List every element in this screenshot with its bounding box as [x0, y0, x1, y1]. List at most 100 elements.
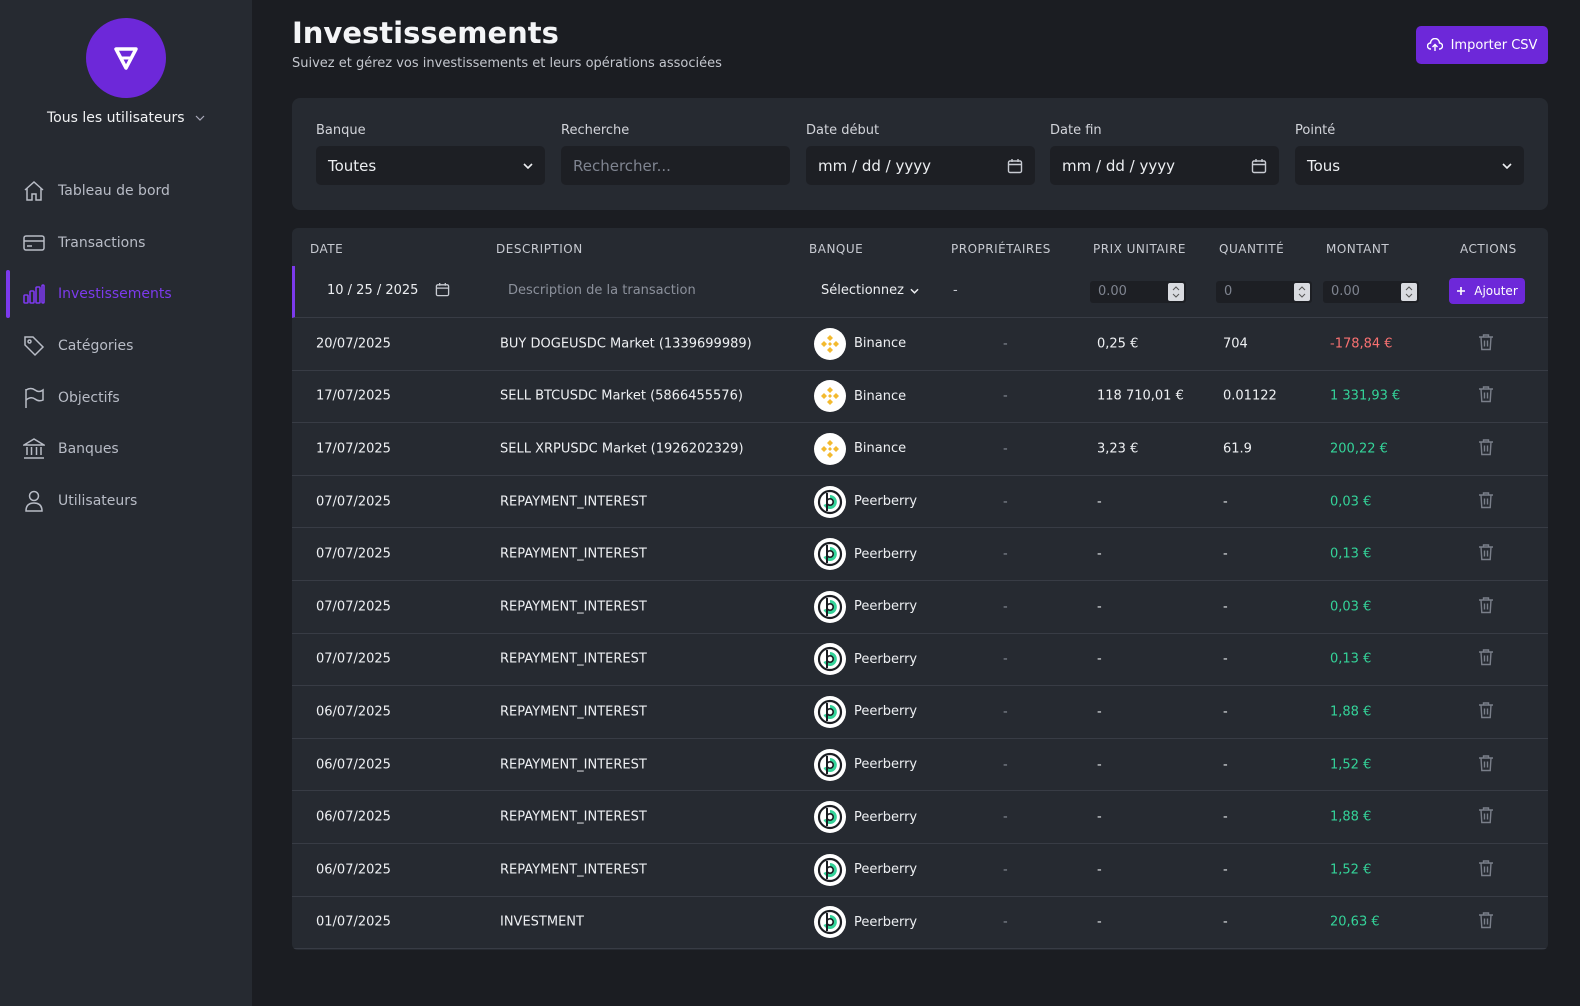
table-row[interactable]: 06/07/2025 REPAYMENT_INTEREST Peerberry … — [292, 791, 1548, 844]
sidebar-item-categories[interactable]: Catégories — [6, 320, 246, 372]
sidebar-nav: Tableau de bord Transactions Investissem… — [6, 165, 246, 527]
calendar-icon[interactable] — [435, 282, 450, 297]
start-date-input[interactable]: mm / dd / yyyy — [806, 146, 1035, 185]
stepper-icon[interactable] — [1294, 283, 1310, 301]
sidebar-item-investments[interactable]: Investissements — [6, 268, 246, 320]
col-unit-price[interactable]: Prix unitaire — [1093, 242, 1186, 256]
stepper-icon[interactable] — [1401, 283, 1417, 301]
trash-icon[interactable] — [1478, 385, 1494, 407]
app-logo[interactable] — [86, 18, 166, 98]
credit-card-icon — [22, 231, 46, 255]
trash-icon[interactable] — [1478, 333, 1494, 355]
row-bank-name: Binance — [854, 441, 907, 457]
row-bank: Binance — [814, 432, 907, 465]
row-unit-price: - — [1097, 599, 1102, 615]
binance-logo-icon — [814, 432, 846, 465]
start-date-value: mm / dd / yyyy — [818, 156, 931, 175]
trash-icon[interactable] — [1478, 491, 1494, 513]
table-row[interactable]: 07/07/2025 REPAYMENT_INTEREST Peerberry … — [292, 581, 1548, 634]
filter-start-label: Date début — [806, 123, 880, 138]
row-owners: - — [1003, 546, 1008, 562]
page-title: Investissements — [292, 16, 559, 50]
row-amount: 1,88 € — [1330, 809, 1372, 825]
sidebar-item-label: Catégories — [58, 337, 134, 354]
filter-checked: Pointé Tous — [1295, 123, 1524, 185]
row-bank-name: Peerberry — [854, 757, 918, 773]
new-quantity-input[interactable]: 0 — [1216, 281, 1312, 303]
col-amount[interactable]: Montant — [1326, 242, 1389, 256]
row-amount: 20,63 € — [1330, 914, 1380, 930]
table-row[interactable]: 07/07/2025 REPAYMENT_INTEREST Peerberry … — [292, 476, 1548, 529]
col-owners[interactable]: Propriétaires — [951, 242, 1051, 256]
sidebar-item-dashboard[interactable]: Tableau de bord — [6, 165, 246, 217]
row-unit-price: 3,23 € — [1097, 441, 1139, 457]
table-row[interactable]: 07/07/2025 REPAYMENT_INTEREST Peerberry … — [292, 528, 1548, 581]
import-csv-button[interactable]: Importer CSV — [1416, 26, 1548, 64]
chevron-down-icon — [195, 115, 205, 121]
row-unit-price: - — [1097, 809, 1102, 825]
row-quantity: - — [1223, 546, 1228, 562]
add-transaction-button[interactable]: Ajouter — [1449, 278, 1525, 304]
table-row[interactable]: 06/07/2025 REPAYMENT_INTEREST Peerberry … — [292, 844, 1548, 897]
row-bank-name: Peerberry — [854, 704, 918, 720]
calendar-icon[interactable] — [1007, 158, 1023, 174]
trash-icon[interactable] — [1478, 859, 1494, 881]
filter-search-label: Recherche — [561, 123, 630, 138]
row-date: 07/07/2025 — [316, 546, 391, 562]
row-bank: Peerberry — [814, 748, 918, 781]
trash-icon[interactable] — [1478, 754, 1494, 776]
checked-select[interactable]: Tous — [1295, 146, 1524, 185]
row-bank: Peerberry — [814, 590, 917, 623]
new-transaction-row: 10 / 25 / 2025 Description de la transac… — [292, 266, 1548, 318]
row-bank: Peerberry — [814, 643, 917, 676]
new-amount-value: 0.00 — [1331, 284, 1360, 299]
table-row[interactable]: 20/07/2025 BUY DOGEUSDC Market (13396999… — [292, 318, 1548, 371]
row-unit-price: 118 710,01 € — [1097, 388, 1184, 404]
new-bank-select[interactable]: Sélectionnez — [821, 283, 919, 298]
col-description[interactable]: Description — [496, 242, 583, 256]
trash-icon[interactable] — [1478, 596, 1494, 618]
table-row[interactable]: 17/07/2025 SELL BTCUSDC Market (58664555… — [292, 371, 1548, 424]
trash-icon[interactable] — [1478, 543, 1494, 565]
table-row[interactable]: 06/07/2025 REPAYMENT_INTEREST Peerberry … — [292, 739, 1548, 792]
trash-icon[interactable] — [1478, 701, 1494, 723]
bank-select[interactable]: Toutes — [316, 146, 545, 185]
row-bank: Peerberry — [814, 538, 917, 571]
table-row[interactable]: 17/07/2025 SELL XRPUSDC Market (19262023… — [292, 423, 1548, 476]
trash-icon[interactable] — [1478, 806, 1494, 828]
new-date-input[interactable]: 10 / 25 / 2025 — [327, 283, 418, 298]
trash-icon[interactable] — [1478, 648, 1494, 670]
col-quantity[interactable]: Quantité — [1219, 242, 1284, 256]
trash-icon[interactable] — [1478, 438, 1494, 460]
sidebar-item-label: Investissements — [58, 286, 172, 303]
table-row[interactable]: 07/07/2025 REPAYMENT_INTEREST Peerberry … — [292, 634, 1548, 687]
search-input[interactable]: Rechercher... — [561, 146, 790, 185]
table-body: 20/07/2025 BUY DOGEUSDC Market (13396999… — [292, 318, 1548, 950]
row-description: REPAYMENT_INTEREST — [500, 862, 647, 878]
import-csv-label: Importer CSV — [1450, 37, 1538, 53]
stepper-icon[interactable] — [1168, 283, 1184, 301]
new-unit-price-input[interactable]: 0.00 — [1090, 281, 1186, 303]
col-bank[interactable]: Banque — [809, 242, 863, 256]
calendar-icon[interactable] — [1251, 158, 1267, 174]
new-description-input[interactable]: Description de la transaction — [508, 283, 696, 298]
row-description: SELL BTCUSDC Market (5866455576) — [500, 388, 743, 404]
table-row[interactable]: 06/07/2025 REPAYMENT_INTEREST Peerberry … — [292, 686, 1548, 739]
sidebar-item-goals[interactable]: Objectifs — [6, 372, 246, 424]
sidebar-item-banks[interactable]: Banques — [6, 423, 246, 475]
table-row[interactable]: 01/07/2025 INVESTMENT Peerberry - - - 20… — [292, 897, 1548, 950]
new-amount-input[interactable]: 0.00 — [1323, 281, 1419, 303]
row-bank-name: Binance — [854, 336, 907, 352]
col-date[interactable]: Date — [310, 242, 343, 256]
table-header: Date Description Banque Propriétaires Pr… — [292, 228, 1548, 266]
sidebar-item-users[interactable]: Utilisateurs — [6, 475, 246, 527]
row-date: 07/07/2025 — [316, 599, 391, 615]
trash-icon[interactable] — [1478, 911, 1494, 933]
user-select[interactable]: Tous les utilisateurs — [0, 110, 252, 126]
new-owners-value[interactable]: - — [953, 283, 958, 298]
row-amount: 0,13 € — [1330, 546, 1372, 562]
row-description: REPAYMENT_INTEREST — [500, 546, 647, 562]
sidebar-item-transactions[interactable]: Transactions — [6, 217, 246, 269]
row-unit-price: - — [1097, 651, 1102, 667]
end-date-input[interactable]: mm / dd / yyyy — [1050, 146, 1279, 185]
